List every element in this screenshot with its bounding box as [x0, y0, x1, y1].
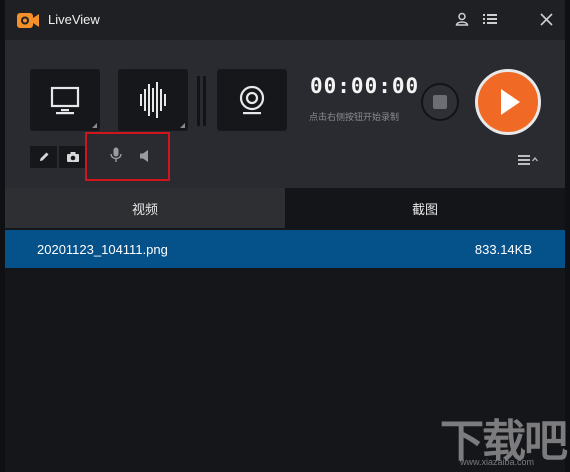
close-icon	[539, 11, 553, 30]
highlight-box	[85, 132, 170, 181]
app-title: LiveView	[48, 12, 100, 27]
tab-video[interactable]: 视频	[5, 188, 285, 228]
control-panel: 00:00:00 点击右侧按钮开始录制	[5, 40, 565, 188]
start-record-button[interactable]	[475, 69, 541, 135]
file-size: 833.14KB	[474, 241, 532, 257]
app-window: LiveView 00:00:00 点击右侧按钮开始录制 视频 截图 20201…	[5, 0, 565, 472]
user-icon	[455, 11, 469, 30]
corner-indicator	[180, 123, 185, 128]
edit-button[interactable]	[30, 146, 57, 168]
stop-icon	[433, 95, 447, 109]
tab-bar: 视频 截图	[5, 188, 565, 228]
list-item[interactable]: 20201123_104111.png 833.14KB	[5, 230, 565, 268]
corner-indicator	[92, 123, 97, 128]
microphone-icon	[110, 147, 122, 167]
camera-logo-icon	[17, 12, 39, 29]
audio-record-button[interactable]	[118, 69, 188, 131]
stop-button[interactable]	[421, 83, 459, 121]
title-bar: LiveView	[5, 0, 565, 40]
menu-button[interactable]	[480, 10, 500, 30]
speaker-toggle[interactable]	[135, 147, 155, 167]
screen-record-button[interactable]	[30, 69, 100, 131]
watermark-logo: 下载吧 www.xiazaiba.com	[430, 405, 570, 472]
file-name: 20201123_104111.png	[37, 241, 168, 257]
tab-screenshot[interactable]: 截图	[285, 188, 565, 228]
list-collapse-icon	[516, 153, 544, 172]
pencil-icon	[38, 148, 50, 167]
user-button[interactable]	[452, 10, 472, 30]
speaker-icon	[139, 148, 151, 167]
record-hint: 点击右侧按钮开始录制	[309, 113, 400, 123]
watermark-url: www.xiazaiba.com	[460, 457, 535, 467]
close-button[interactable]	[536, 10, 556, 30]
menu-list-icon	[483, 11, 497, 30]
microphone-toggle[interactable]	[106, 147, 126, 167]
camera-icon	[66, 148, 80, 167]
record-timer: 00:00:00	[310, 74, 420, 98]
screenshot-button[interactable]	[59, 146, 86, 168]
list-collapse-button[interactable]	[516, 152, 544, 168]
play-icon	[478, 89, 538, 136]
divider	[197, 76, 207, 126]
webcam-record-button[interactable]	[217, 69, 287, 131]
